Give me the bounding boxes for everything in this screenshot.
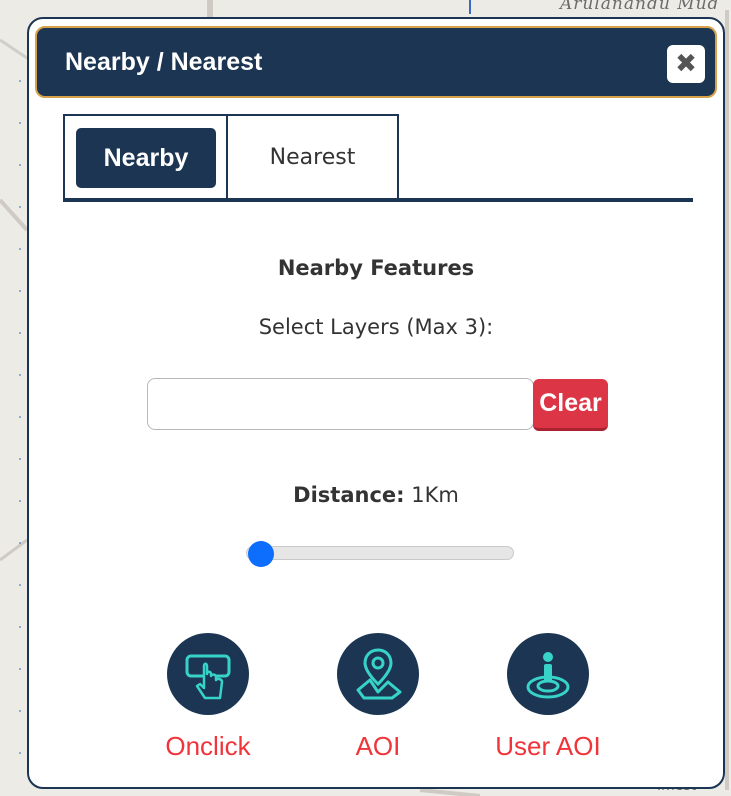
user-location-icon: [526, 652, 570, 699]
distance-value: 1Km: [411, 483, 459, 507]
tab-nearest[interactable]: Nearest: [226, 114, 399, 200]
action-circle: [337, 633, 419, 715]
user-aoi-label: User AOI: [495, 731, 601, 761]
clear-button[interactable]: Clear: [533, 379, 608, 431]
map-place-label: Arulanandu Mud: [560, 0, 720, 14]
tab-underline: [63, 198, 693, 202]
onclick-label: Onclick: [165, 731, 251, 761]
distance-label: Distance:: [293, 483, 405, 507]
tab-bar: Nearby Nearest: [63, 114, 693, 202]
dialog-titlebar[interactable]: Nearby / Nearest ✖: [35, 26, 717, 98]
layer-select-input[interactable]: [147, 378, 534, 430]
tab-nearby-label: Nearby: [76, 128, 216, 188]
tab-nearby[interactable]: Nearby: [63, 114, 228, 200]
select-layers-label: Select Layers (Max 3):: [258, 315, 494, 339]
section-heading: Nearby Features: [277, 256, 475, 280]
tab-nearest-label: Nearest: [269, 144, 356, 170]
aoi-label: AOI: [355, 731, 401, 761]
distance-slider-track[interactable]: [246, 546, 514, 560]
nearby-nearest-dialog: Nearby / Nearest ✖ Nearby Nearest Nearby…: [27, 17, 725, 789]
distance-slider-thumb[interactable]: [248, 541, 274, 567]
aoi-button[interactable]: AOI: [308, 633, 448, 762]
action-circle: [507, 633, 589, 715]
map-pin-area-icon: [356, 648, 402, 700]
close-button[interactable]: ✖: [667, 45, 705, 83]
dialog-title: Nearby / Nearest: [65, 48, 263, 76]
close-icon: ✖: [675, 49, 697, 79]
onclick-button[interactable]: Onclick: [138, 633, 278, 762]
user-aoi-button[interactable]: User AOI: [478, 633, 618, 762]
tap-pointer-icon: [185, 654, 231, 700]
distance-readout: Distance: 1Km: [29, 483, 723, 507]
action-circle: [167, 633, 249, 715]
